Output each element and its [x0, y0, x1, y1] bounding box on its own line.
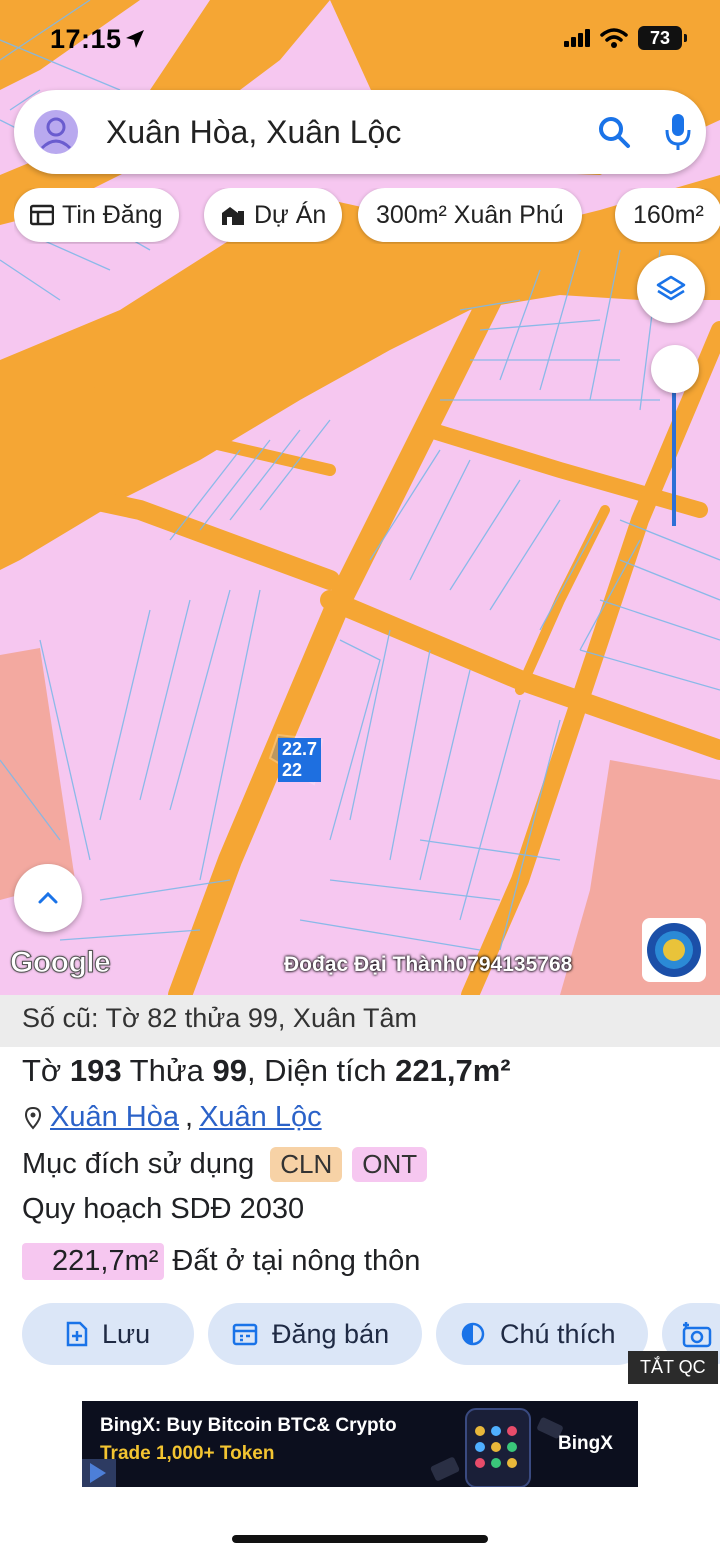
plan-area-value: 221,7m²	[22, 1243, 165, 1280]
post-for-sale-button[interactable]: Đăng bán	[208, 1303, 422, 1365]
status-indicators: 73	[564, 26, 687, 50]
chip-300m2-xuan-phu[interactable]: 300m² Xuân Phú	[358, 188, 582, 242]
tag-ont: ONT	[352, 1147, 428, 1182]
ad-banner[interactable]: BingX: Buy Bitcoin BTC& Crypto Trade 1,0…	[82, 1401, 638, 1487]
search-icon[interactable]	[596, 114, 632, 155]
parcel-dimension-label: 22.7 22	[278, 738, 322, 782]
status-time: 17:15	[50, 24, 122, 54]
old-reference: Số cũ: Tờ 82 thửa 99, Xuân Tâm	[0, 995, 720, 1047]
home-indicator[interactable]	[232, 1535, 488, 1543]
company-seal-icon	[642, 918, 706, 982]
parcel-title: Tờ 193 Thửa 99, Diện tích 221,7m²	[22, 1053, 511, 1089]
address-separator: ,	[185, 1101, 194, 1133]
chip-tin-dang[interactable]: Tin Đăng	[14, 188, 179, 242]
add-file-icon	[66, 1321, 88, 1347]
land-use-plan-label: Quy hoạch SDĐ 2030	[22, 1193, 305, 1225]
filter-chips: Tin Đăng Dự Án 300m² Xuân Phú 160m²	[14, 188, 720, 244]
chip-label: Dự Án	[254, 200, 327, 229]
google-logo: Google	[9, 946, 111, 980]
plan-area-row: 221,7m² Đất ở tại nông thôn	[22, 1243, 420, 1280]
calendar-icon	[232, 1323, 258, 1346]
building-icon	[222, 207, 244, 225]
location-arrow-icon	[124, 28, 146, 55]
ad-headline: BingX: Buy Bitcoin BTC& Crypto	[100, 1415, 397, 1436]
chip-160m2[interactable]: 160m²	[615, 188, 720, 242]
listing-icon	[30, 204, 54, 226]
location-pin-icon	[24, 1106, 42, 1130]
expand-panel-button[interactable]	[14, 864, 82, 932]
area-value: 221,7m²	[395, 1053, 511, 1088]
layers-icon	[656, 275, 686, 301]
tag-cln: CLN	[270, 1147, 343, 1182]
land-use-purpose: Mục đích sử dụng CLN ONT	[22, 1147, 428, 1182]
save-label: Lưu	[102, 1318, 151, 1349]
sheet-label: Tờ	[22, 1053, 70, 1088]
chip-label: 300m² Xuân Phú	[376, 200, 564, 229]
opacity-slider-track[interactable]	[672, 390, 676, 526]
plan-area-description: Đất ở tại nông thôn	[172, 1245, 421, 1277]
chip-du-an[interactable]: Dự Án	[204, 188, 343, 242]
layers-button[interactable]	[637, 255, 705, 323]
sheet-number: 193	[69, 1053, 122, 1088]
commune-link[interactable]: Xuân Hòa	[50, 1101, 179, 1134]
legend-button[interactable]: Chú thích	[436, 1303, 648, 1365]
ad-brand: BingX	[558, 1433, 613, 1454]
avatar[interactable]	[34, 110, 78, 154]
legend-label: Chú thích	[500, 1318, 616, 1349]
status-bar: 17:15 73	[0, 0, 720, 80]
ad-subline: Trade 1,000+ Token	[100, 1443, 275, 1464]
opacity-slider-handle[interactable]	[651, 345, 699, 393]
search-bar[interactable]: Xuân Hòa, Xuân Lộc	[14, 90, 706, 174]
map-view[interactable]: 22.7 22 17:15 73 Xuân Hòa, Xuân Lộc Tin …	[0, 0, 720, 995]
address: Xuân Hòa, Xuân Lộc	[22, 1101, 322, 1134]
wifi-icon	[600, 28, 628, 48]
parcel-dim-line2: 22	[282, 760, 303, 780]
camera-add-icon	[682, 1322, 712, 1348]
post-for-sale-label: Đăng bán	[272, 1318, 390, 1349]
save-button[interactable]: Lưu	[22, 1303, 194, 1365]
hide-ads-button[interactable]: TẮT QC	[628, 1351, 718, 1384]
district-link[interactable]: Xuân Lộc	[199, 1101, 322, 1134]
contrast-icon	[461, 1322, 485, 1346]
action-buttons: Lưu Đăng bán Chú thích	[22, 1303, 720, 1367]
watermark-text: Đođạc Đại Thành0794135768	[284, 953, 573, 976]
chevron-up-icon	[38, 891, 58, 904]
parcel-info-panel: Số cũ: Tờ 82 thửa 99, Xuân Tâm Tờ 193 Th…	[0, 995, 720, 1559]
parcel-number: 99	[212, 1053, 247, 1088]
parcel-label: Thửa	[121, 1053, 213, 1088]
chip-label: 160m²	[633, 200, 704, 229]
battery-indicator: 73	[638, 26, 687, 50]
area-label: , Diện tích	[246, 1053, 396, 1088]
parcel-dim-line1: 22.7	[282, 739, 318, 759]
microphone-icon[interactable]	[664, 112, 692, 157]
search-input[interactable]: Xuân Hòa, Xuân Lộc	[106, 114, 401, 151]
chip-label: Tin Đăng	[62, 200, 163, 229]
cellular-signal-icon	[564, 29, 590, 47]
purpose-label: Mục đích sử dụng	[22, 1148, 255, 1180]
